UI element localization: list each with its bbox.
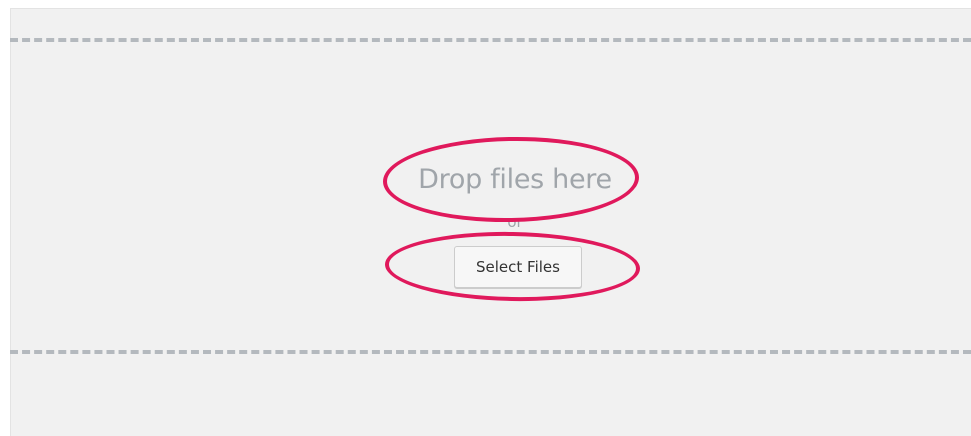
drop-instructions: Drop files here [418, 164, 612, 195]
select-files-button[interactable]: Select Files [454, 246, 582, 288]
or-label: or [507, 213, 523, 231]
page: Drop files here or Select Files [0, 0, 971, 436]
